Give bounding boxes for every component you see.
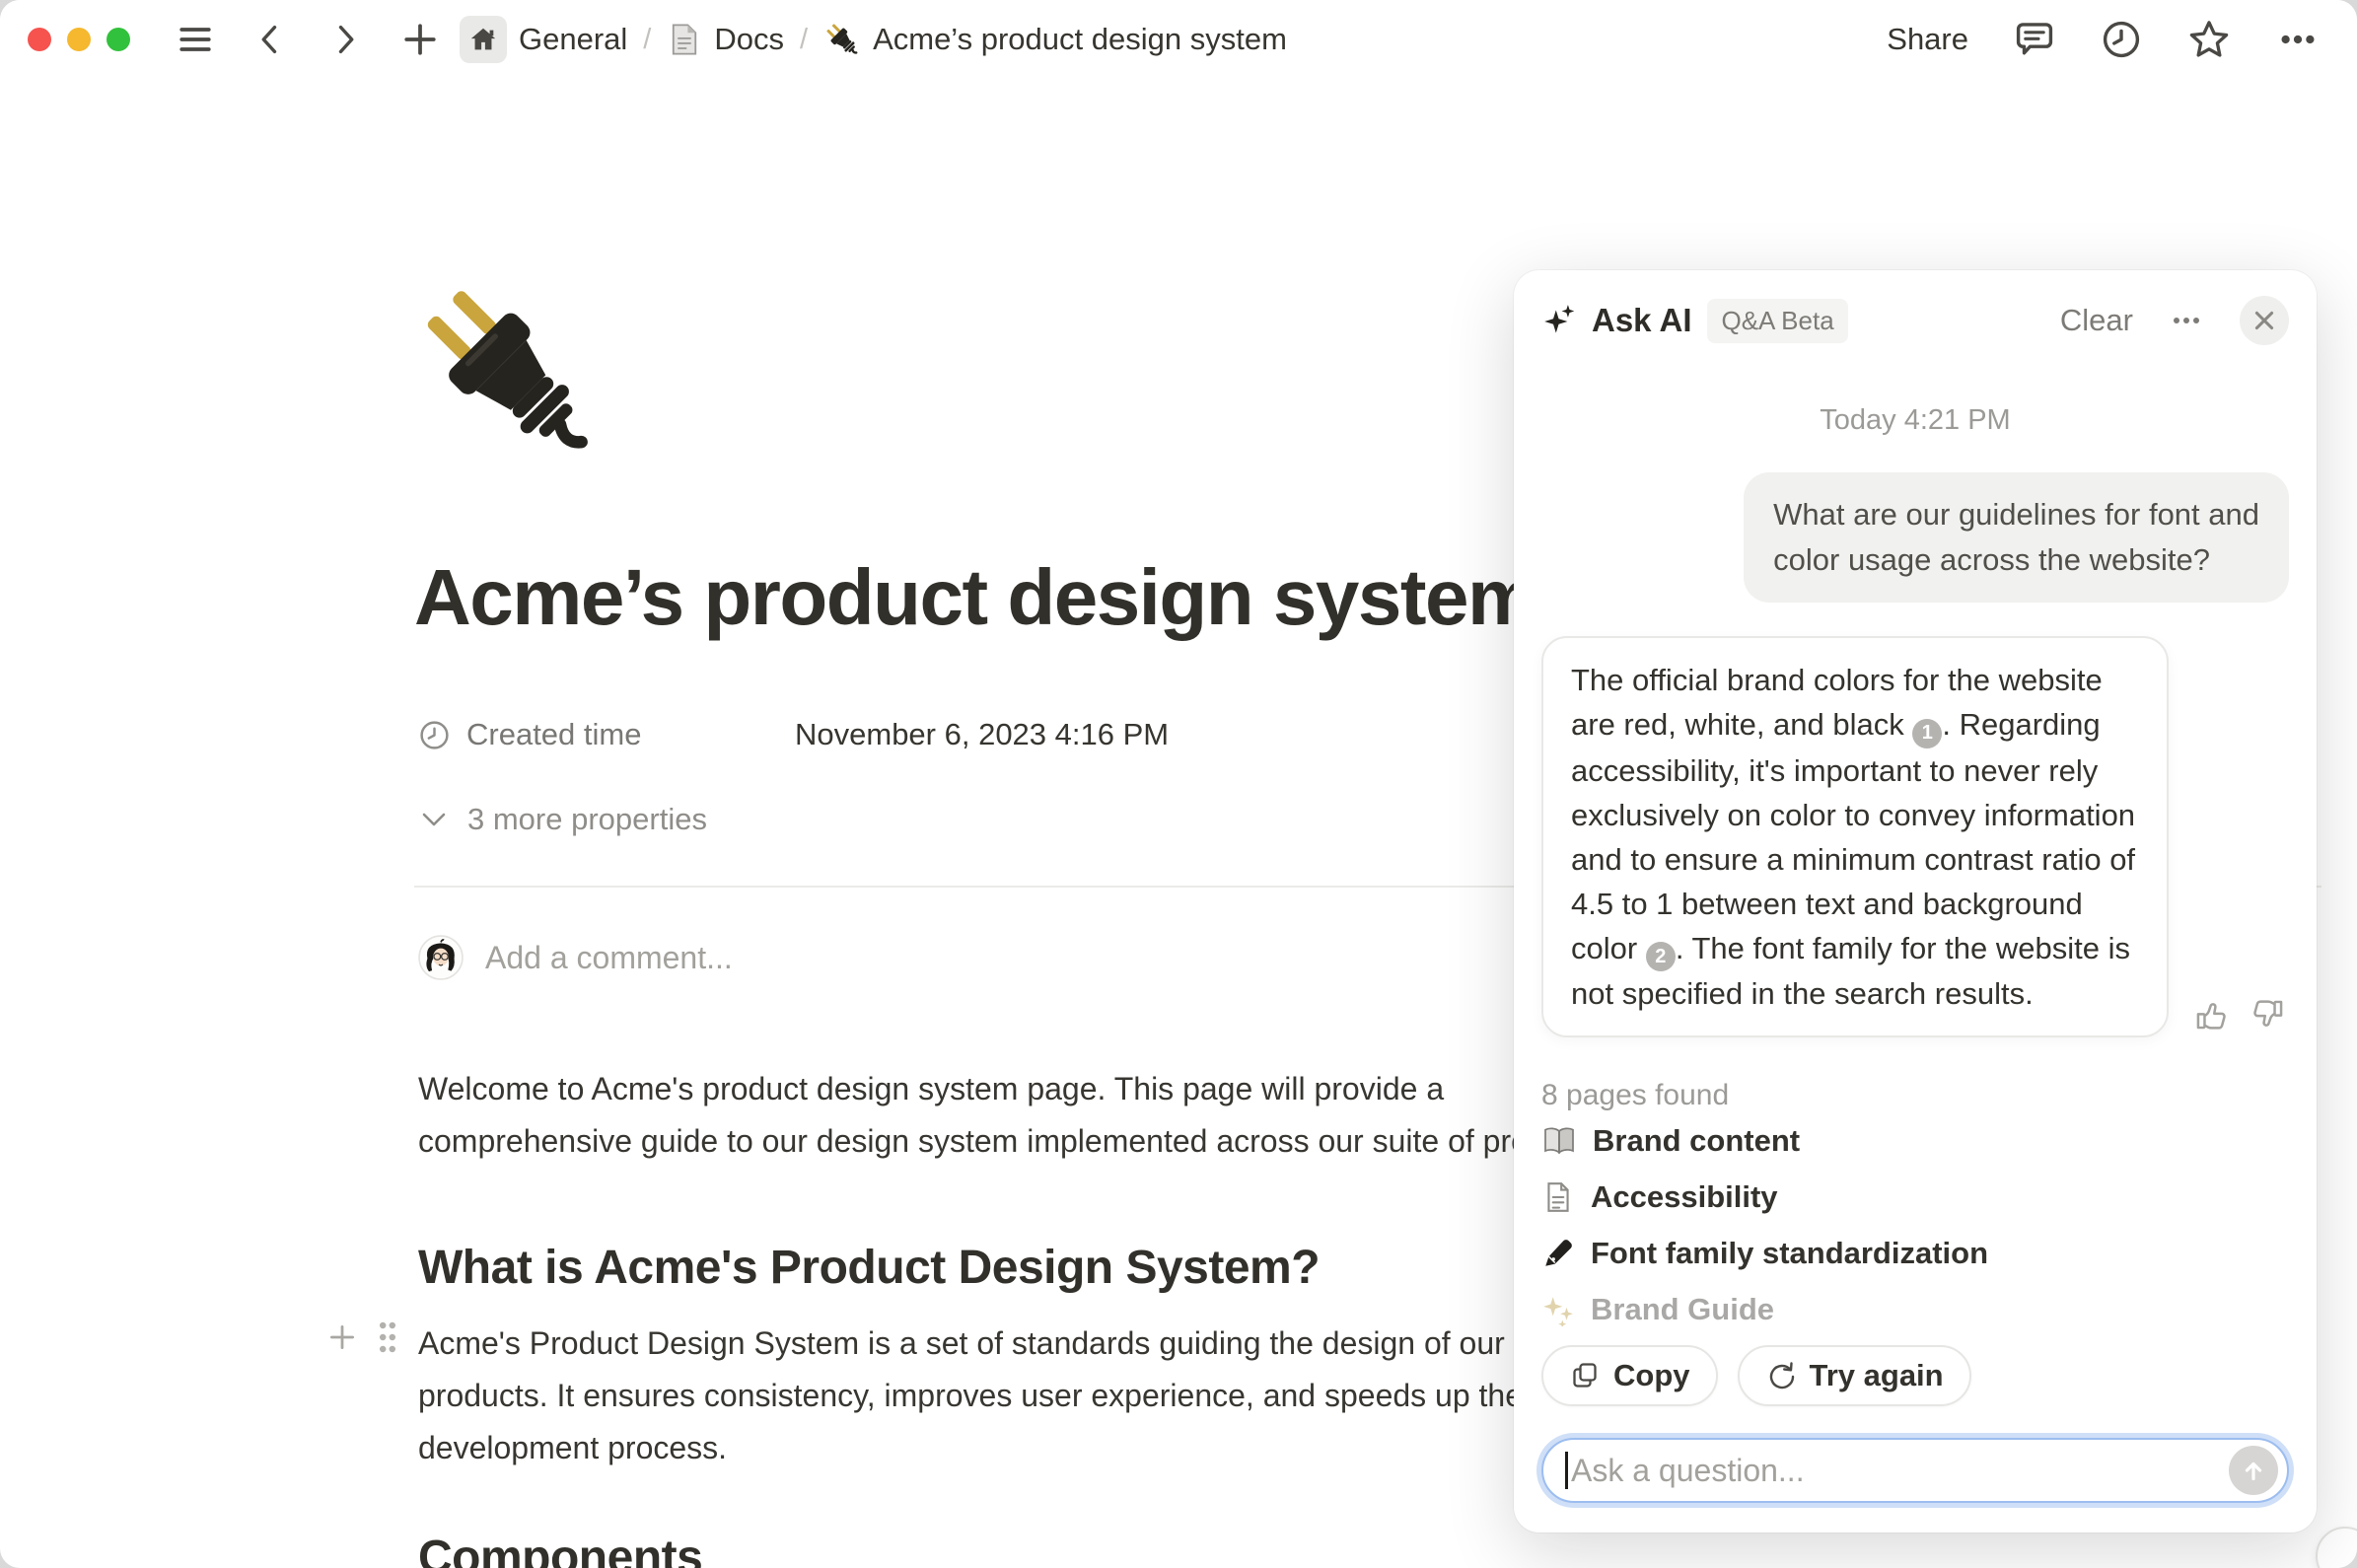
add-comment-placeholder: Add a comment... xyxy=(485,940,733,976)
try-again-button[interactable]: Try again xyxy=(1738,1345,1971,1406)
sparkles-icon xyxy=(1541,1293,1575,1326)
breadcrumb-item-current-page[interactable]: Acme’s product design system xyxy=(823,21,1287,58)
home-icon xyxy=(460,16,507,63)
minimize-window-button[interactable] xyxy=(67,28,91,51)
ask-ai-panel: Ask AI Q&A Beta Clear Today 4:21 PM What… xyxy=(1514,270,2317,1532)
citation-1-badge[interactable]: 1 xyxy=(1912,719,1942,748)
source-page-brand-guide[interactable]: Brand Guide xyxy=(1541,1281,2289,1337)
more-properties-toggle[interactable]: 3 more properties xyxy=(418,797,707,842)
block-handles xyxy=(325,1319,400,1355)
chat-timestamp: Today 4:21 PM xyxy=(1541,404,2289,437)
arrow-up-icon xyxy=(2239,1456,2268,1485)
citation-2-badge[interactable]: 2 xyxy=(1646,942,1676,971)
ask-question-input[interactable] xyxy=(1571,1453,2229,1489)
book-icon xyxy=(1541,1124,1577,1158)
breadcrumb-label: Docs xyxy=(714,22,784,57)
text-cursor xyxy=(1565,1452,1568,1489)
sparkle-ai-icon xyxy=(1541,302,1579,339)
pen-icon xyxy=(1541,1237,1575,1270)
drag-handle-icon xyxy=(375,1319,400,1355)
thumbs-down-icon xyxy=(2250,996,2287,1033)
clear-button[interactable]: Clear xyxy=(2060,303,2133,338)
close-panel-button[interactable] xyxy=(2240,296,2289,345)
document-icon xyxy=(667,22,702,57)
favorite-button[interactable] xyxy=(2187,18,2231,61)
ask-ai-header: Ask AI Q&A Beta Clear xyxy=(1541,296,2289,345)
property-value: November 6, 2023 4:16 PM xyxy=(795,717,1169,752)
breadcrumb-item-general[interactable]: General xyxy=(460,16,627,63)
feedback-buttons xyxy=(2192,996,2287,1033)
ask-question-inputbox[interactable] xyxy=(1541,1438,2289,1503)
close-window-button[interactable] xyxy=(28,28,51,51)
send-button[interactable] xyxy=(2229,1446,2278,1495)
nav-controls xyxy=(174,18,442,61)
star-icon xyxy=(2187,18,2231,61)
plus-icon xyxy=(400,20,440,59)
copy-icon xyxy=(1569,1360,1601,1391)
comments-button[interactable] xyxy=(2014,19,2055,60)
breadcrumb-separator: / xyxy=(643,24,651,56)
section-heading-components[interactable]: Components xyxy=(418,1531,702,1568)
user-question-bubble: What are our guidelines for font and col… xyxy=(1744,472,2289,603)
sidebar-toggle-button[interactable] xyxy=(174,18,217,61)
panel-more-options-button[interactable] xyxy=(2167,301,2206,340)
back-button[interactable] xyxy=(249,18,292,61)
forward-button[interactable] xyxy=(323,18,367,61)
plug-icon xyxy=(823,21,861,58)
page-icon xyxy=(1541,1180,1575,1214)
share-button[interactable]: Share xyxy=(1887,22,1968,57)
breadcrumb-label: Acme’s product design system xyxy=(873,22,1287,57)
chevron-left-icon xyxy=(252,22,288,57)
page-icon-button[interactable] xyxy=(418,278,596,475)
ai-answer-block: The official brand colors for the websit… xyxy=(1541,636,2289,1037)
property-row-created-time[interactable]: Created time November 6, 2023 4:16 PM xyxy=(418,712,1169,757)
chevron-down-icon xyxy=(418,804,450,835)
ask-ai-footer: Copy Try again xyxy=(1541,1343,2289,1503)
plus-icon xyxy=(325,1320,359,1354)
ellipsis-icon xyxy=(2276,18,2320,61)
clock-icon xyxy=(418,719,451,751)
avatar xyxy=(418,935,464,980)
comment-icon xyxy=(2014,19,2055,60)
breadcrumb-label: General xyxy=(519,22,627,57)
property-label: Created time xyxy=(418,717,795,752)
source-page-brand-content[interactable]: Brand content xyxy=(1541,1112,2289,1169)
zoom-window-button[interactable] xyxy=(107,28,130,51)
pages-found-label: 8 pages found xyxy=(1541,1079,2289,1112)
window-controls xyxy=(28,28,130,51)
clock-icon xyxy=(2101,19,2142,60)
qa-beta-badge: Q&A Beta xyxy=(1707,299,1847,343)
top-bar: General / Docs / Acme’s product design s… xyxy=(0,0,2357,79)
add-comment-row[interactable]: Add a comment... xyxy=(418,935,733,980)
more-options-button[interactable] xyxy=(2276,18,2320,61)
ask-ai-title: Ask AI xyxy=(1592,302,1691,339)
source-page-font-family[interactable]: Font family standardization xyxy=(1541,1225,2289,1281)
topbar-actions: Share xyxy=(1887,18,2320,61)
ai-answer-bubble: The official brand colors for the websit… xyxy=(1541,636,2169,1037)
retry-icon xyxy=(1765,1360,1797,1391)
breadcrumb: General / Docs / Acme’s product design s… xyxy=(460,16,1287,63)
source-page-accessibility[interactable]: Accessibility xyxy=(1541,1169,2289,1225)
breadcrumb-item-docs[interactable]: Docs xyxy=(667,22,784,57)
close-icon xyxy=(2251,308,2277,333)
chat-thread: Today 4:21 PM What are our guidelines fo… xyxy=(1541,345,2289,1343)
add-block-button[interactable] xyxy=(325,1320,359,1354)
section-heading-what-is[interactable]: What is Acme's Product Design System? xyxy=(418,1241,1320,1295)
plug-icon xyxy=(418,278,596,475)
hamburger-icon xyxy=(176,20,215,59)
new-tab-button[interactable] xyxy=(398,18,442,61)
copy-button[interactable]: Copy xyxy=(1541,1345,1718,1406)
ellipsis-icon xyxy=(2167,301,2206,340)
drag-handle[interactable] xyxy=(375,1319,400,1355)
history-button[interactable] xyxy=(2101,19,2142,60)
thumbs-up-button[interactable] xyxy=(2192,996,2230,1033)
breadcrumb-separator: / xyxy=(800,24,808,56)
chevron-right-icon xyxy=(327,22,363,57)
thumbs-down-button[interactable] xyxy=(2250,996,2287,1033)
app-window: General / Docs / Acme’s product design s… xyxy=(0,0,2357,1568)
thumbs-up-icon xyxy=(2192,996,2230,1033)
